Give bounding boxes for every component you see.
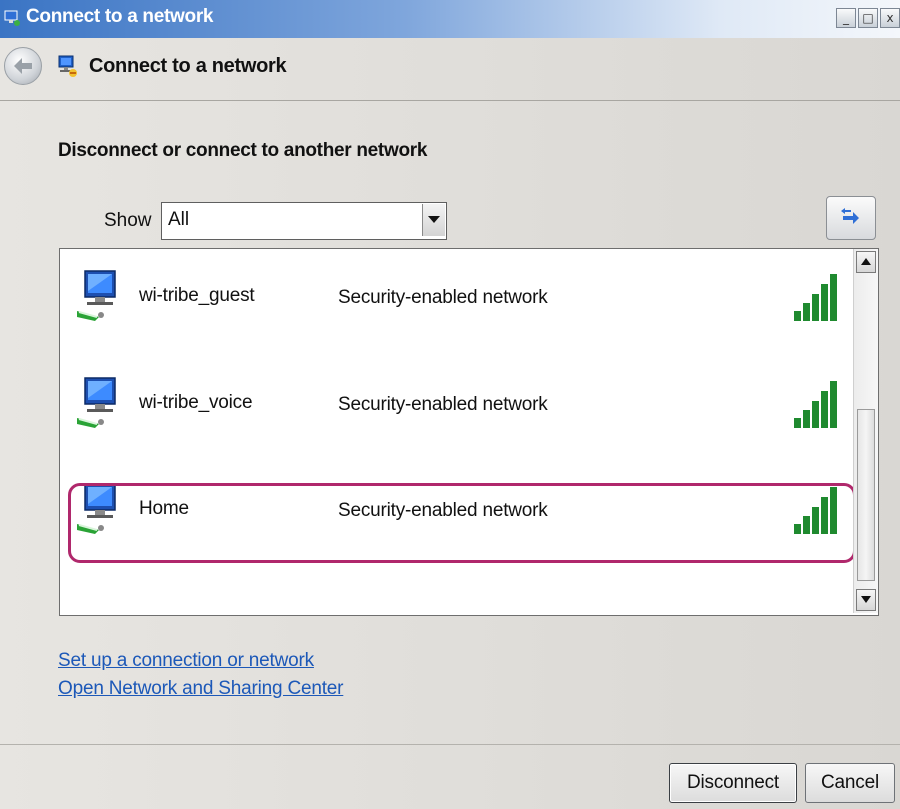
back-arrow-icon bbox=[14, 58, 32, 74]
window-controls: _ □ x bbox=[836, 8, 900, 28]
network-name: wi-tribe_voice bbox=[139, 392, 253, 413]
network-security: Security-enabled network bbox=[338, 394, 548, 415]
close-button[interactable]: x bbox=[880, 8, 900, 28]
network-security: Security-enabled network bbox=[338, 287, 548, 308]
show-filter-value: All bbox=[168, 209, 190, 230]
list-scrollbar[interactable] bbox=[853, 249, 878, 613]
network-row[interactable]: wi-tribe_guest Security-enabled network bbox=[60, 249, 852, 339]
window-title: Connect to a network bbox=[26, 6, 214, 27]
dialog-body: Connect to a network Disconnect or conne… bbox=[0, 38, 900, 809]
scroll-thumb[interactable] bbox=[857, 409, 875, 581]
setup-connection-link[interactable]: Set up a connection or network bbox=[58, 650, 314, 672]
show-label: Show bbox=[104, 210, 152, 231]
cancel-button[interactable]: Cancel bbox=[805, 763, 895, 803]
signal-strength-icon bbox=[794, 273, 840, 328]
network-name: wi-tribe_guest bbox=[139, 285, 255, 306]
footer-divider bbox=[0, 744, 900, 745]
refresh-icon bbox=[841, 208, 859, 224]
dropdown-arrow-button[interactable] bbox=[422, 204, 445, 236]
arrow-up-icon bbox=[861, 258, 871, 265]
network-row[interactable]: wi-tribe_voice Security-enabled network bbox=[60, 356, 852, 446]
network-app-icon bbox=[2, 8, 22, 33]
show-filter-select[interactable]: All bbox=[161, 202, 447, 240]
selection-highlight bbox=[68, 483, 856, 563]
back-button[interactable] bbox=[4, 47, 42, 85]
title-bar: Connect to a network _ □ x bbox=[0, 0, 900, 38]
page-title: Connect to a network bbox=[89, 55, 287, 77]
refresh-button[interactable] bbox=[826, 196, 876, 240]
wireless-network-icon bbox=[75, 374, 125, 435]
network-list: wi-tribe_guest Security-enabled network bbox=[59, 248, 879, 616]
wireless-network-icon bbox=[75, 267, 125, 328]
signal-strength-icon bbox=[794, 380, 840, 435]
section-heading: Disconnect or connect to another network bbox=[58, 140, 428, 161]
chevron-down-icon bbox=[428, 216, 440, 223]
arrow-down-icon bbox=[861, 596, 871, 603]
network-connect-icon bbox=[53, 53, 79, 84]
disconnect-button[interactable]: Disconnect bbox=[669, 763, 797, 803]
minimize-button[interactable]: _ bbox=[836, 8, 856, 28]
scroll-down-button[interactable] bbox=[856, 589, 876, 611]
scroll-up-button[interactable] bbox=[856, 251, 876, 273]
nav-bar: Connect to a network bbox=[0, 38, 900, 101]
network-sharing-center-link[interactable]: Open Network and Sharing Center bbox=[58, 678, 343, 700]
maximize-button[interactable]: □ bbox=[858, 8, 878, 28]
